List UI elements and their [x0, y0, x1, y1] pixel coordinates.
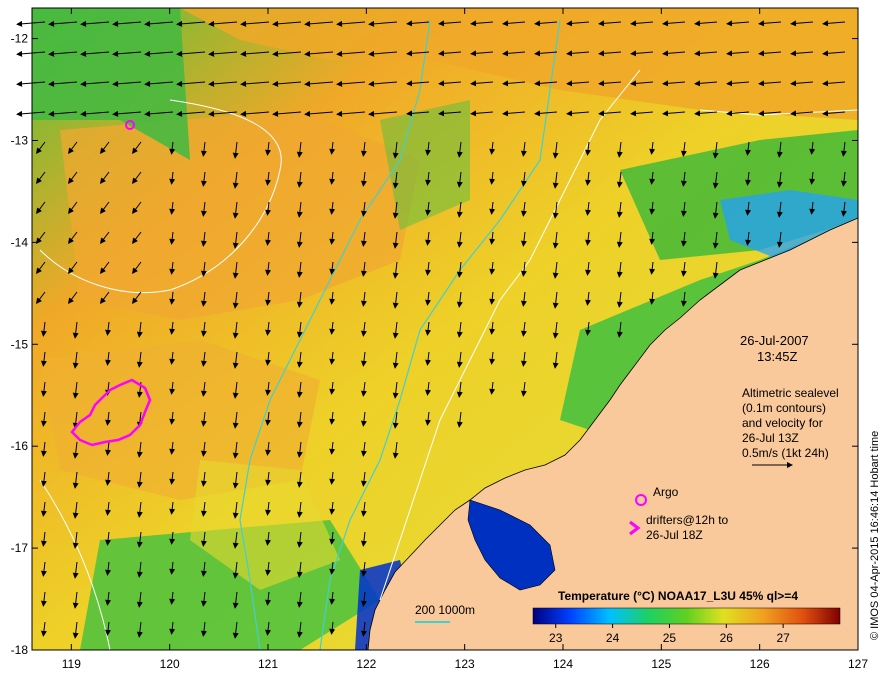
lon-tick-label: 120 [160, 657, 180, 671]
colorbar-tick-label: 25 [663, 631, 677, 645]
lat-tick-label: -17 [11, 541, 29, 555]
lat-tick-label: -14 [11, 235, 29, 249]
lon-tick-label: 122 [356, 657, 376, 671]
lat-tick-label: -16 [11, 439, 29, 453]
map-figure: 119 120 121 122 123 124 125 126 127 -12 -13 -14 -15… [11, 7, 880, 671]
lon-tick-label: 127 [848, 657, 868, 671]
colorbar-tick-label: 26 [720, 631, 734, 645]
lon-tick-label: 124 [553, 657, 573, 671]
colorbar-tick-label: 24 [606, 631, 620, 645]
time-label: 13:45Z [757, 349, 798, 364]
lat-tick-label: -15 [11, 337, 29, 351]
date-label: 26-Jul-2007 [740, 333, 809, 348]
lat-tick-label: -13 [11, 133, 29, 147]
depth-contour-label: 200 1000m [415, 603, 475, 617]
altimetry-line-1: Altimetric sealevel [742, 386, 839, 400]
velocity-scale-label: 0.5m/s (1kt 24h) [742, 446, 829, 460]
colorbar-tick-label: 27 [776, 631, 790, 645]
lat-tick-label: -12 [11, 32, 29, 46]
drifters-line-1: drifters@12h to [646, 513, 729, 527]
credit-text: © IMOS 04-Apr-2015 16:46:14 Hobart time [869, 431, 880, 640]
lat-tick-label: -18 [11, 643, 29, 657]
lon-tick-label: 121 [258, 657, 278, 671]
lon-tick-label: 125 [651, 657, 671, 671]
altimetry-line-2: (0.1m contours) [742, 401, 826, 415]
colorbar-tick-label: 23 [549, 631, 563, 645]
colorbar [532, 607, 841, 625]
lon-tick-label: 123 [455, 657, 475, 671]
lon-tick-label: 119 [62, 657, 81, 671]
colorbar-title: Temperature (°C) NOAA17_L3U 45% ql>=4 [558, 589, 798, 603]
altimetry-line-4: 26-Jul 13Z [742, 431, 799, 445]
altimetry-line-3: and velocity for [742, 416, 823, 430]
lon-tick-label: 126 [750, 657, 770, 671]
argo-legend-label: Argo [653, 485, 679, 499]
drifters-line-2: 26-Jul 18Z [646, 528, 703, 542]
